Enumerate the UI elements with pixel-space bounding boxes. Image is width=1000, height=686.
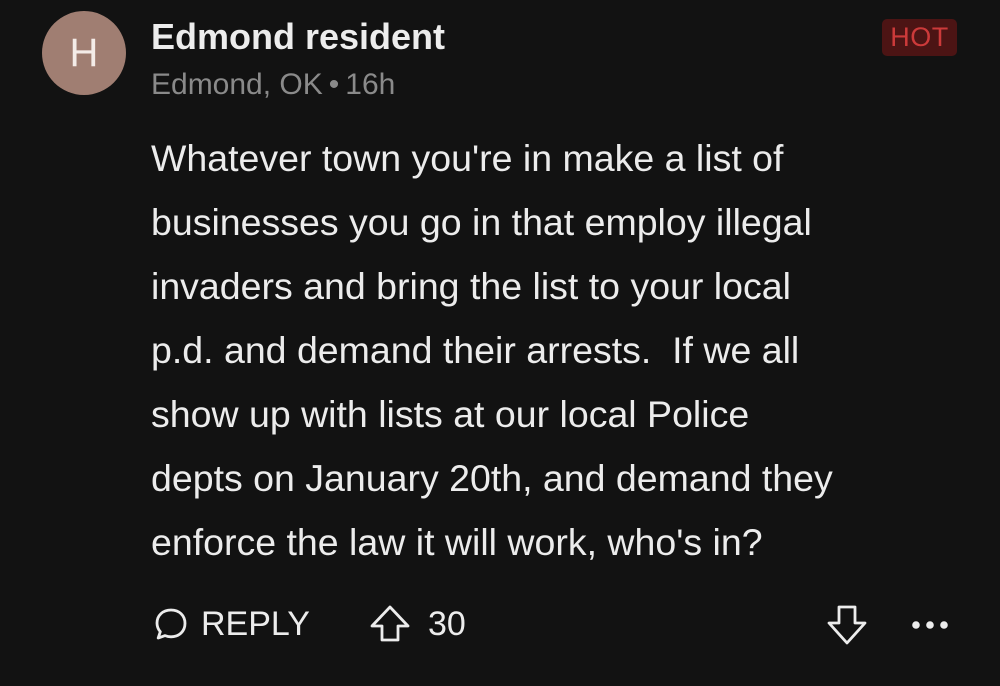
avatar[interactable]: H [42, 11, 126, 95]
location-label: Edmond, OK [151, 68, 323, 101]
downvote-button[interactable] [823, 600, 871, 648]
ellipsis-icon [906, 600, 954, 648]
comment-meta: Edmond, OK • 16h [151, 68, 395, 102]
arrow-up-icon [368, 602, 412, 646]
comment-body-line: enforce the law it will work, who's in? [151, 521, 763, 563]
upvote-count: 30 [428, 604, 466, 643]
comment-body-line: p.d. and demand their arrests. If we all [151, 329, 800, 371]
comment-card: H Edmond resident Edmond, OK • 16h HOT Wha… [0, 0, 1000, 686]
comment-body-line: Whatever town you're in make a list of [151, 137, 784, 179]
arrow-down-icon [823, 600, 871, 648]
comment-body-line: show up with lists at our local Police [151, 393, 750, 435]
comment-body-line: businesses you go in that employ illegal [151, 201, 812, 243]
reply-button[interactable]: REPLY [153, 596, 310, 652]
time-ago: 16h [345, 68, 396, 101]
speech-bubble-icon [153, 606, 189, 642]
comment-body-line: depts on January 20th, and demand they [151, 457, 833, 499]
comment-body-line: invaders and bring the list to your loca… [151, 265, 791, 307]
meta-separator: • [328, 68, 340, 101]
more-options-button[interactable] [906, 600, 954, 648]
reply-label: REPLY [201, 604, 310, 643]
hot-badge: HOT [882, 19, 957, 56]
action-bar: REPLY 30 [0, 596, 1000, 656]
upvote-button[interactable]: 30 [368, 596, 466, 652]
author-name[interactable]: Edmond resident [151, 16, 445, 58]
comment-body: Whatever town you're in make a list of b… [151, 126, 981, 574]
